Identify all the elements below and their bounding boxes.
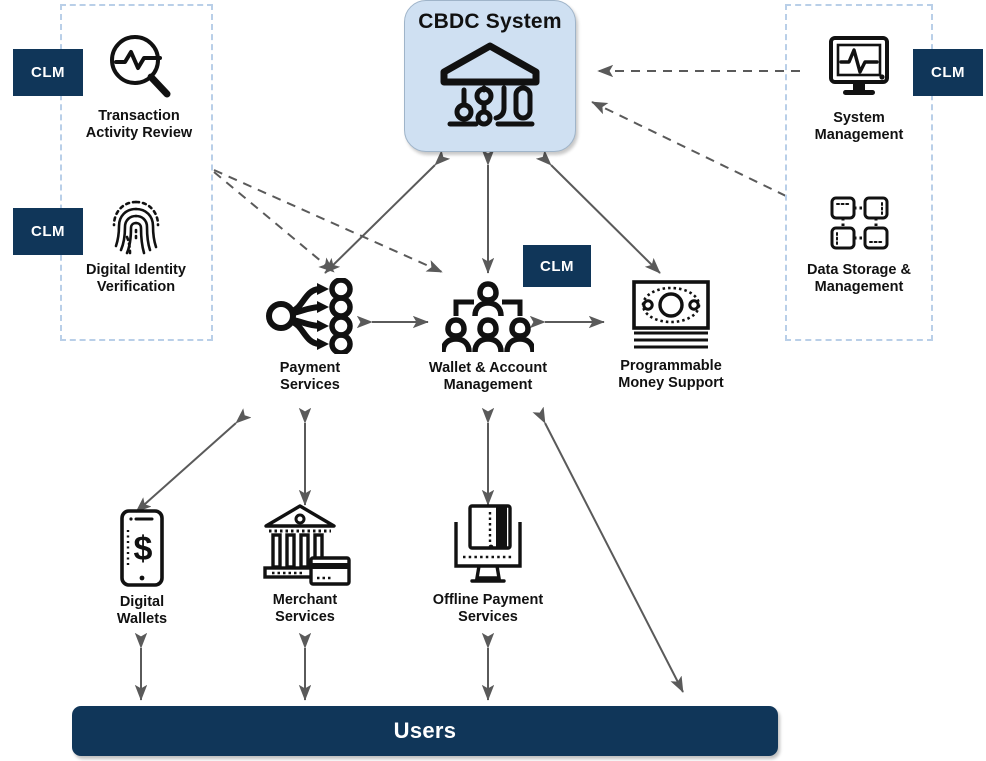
- node-system-management[interactable]: System Management: [795, 32, 923, 144]
- node-label: Data Storage & Management: [807, 262, 911, 296]
- node-wallet-account-management[interactable]: Wallet & Account Management: [410, 278, 566, 394]
- node-payment-services[interactable]: Payment Services: [246, 278, 374, 394]
- fingerprint-icon: [105, 192, 167, 256]
- node-label: System Management: [814, 110, 904, 144]
- node-label: Programmable Money Support: [618, 358, 724, 392]
- cbdc-architecture-diagram: CBDC System CLM Transaction Activity Rev…: [0, 0, 986, 761]
- node-transaction-activity-review[interactable]: Transaction Activity Review: [75, 32, 203, 142]
- monitor-pulse-icon: [821, 32, 897, 104]
- bank-card-icon: [259, 502, 351, 586]
- node-digital-identity-verification[interactable]: Digital Identity Verification: [72, 192, 200, 296]
- banknote-icon: [628, 278, 714, 352]
- distributed-nodes-icon: [824, 190, 894, 256]
- node-label: Digital Identity Verification: [86, 262, 186, 296]
- conn-compliance-to-payment-services: [213, 171, 335, 273]
- conn-data-storage-to-cbdc: [591, 101, 787, 197]
- users-bar[interactable]: Users: [72, 706, 778, 756]
- cbdc-system-node[interactable]: CBDC System: [404, 0, 576, 152]
- clm-badge-label: CLM: [31, 64, 65, 81]
- node-label: Digital Wallets: [116, 594, 168, 628]
- node-label: Offline Payment Services: [432, 592, 544, 626]
- node-data-storage-management[interactable]: Data Storage & Management: [795, 190, 923, 296]
- clm-badge-label: CLM: [931, 64, 965, 81]
- svg-text:$: $: [134, 530, 153, 568]
- desktop-card-icon: [446, 502, 530, 586]
- conn-wallet-users: [532, 406, 684, 693]
- bank-controls-icon: [436, 38, 544, 135]
- node-label: Merchant Services: [272, 592, 338, 626]
- conn-cbdc-payment-services: [324, 149, 451, 274]
- node-merchant-services[interactable]: Merchant Services: [243, 502, 367, 626]
- conn-compliance-to-wallet: [213, 169, 443, 273]
- magnifier-pulse-icon: [103, 32, 175, 102]
- clm-badge-label: CLM: [31, 223, 65, 240]
- node-label: Payment Services: [279, 360, 341, 394]
- conn-payment-digital-wallets: [135, 408, 252, 513]
- org-people-icon: [442, 278, 534, 354]
- node-offline-payment-services[interactable]: Offline Payment Services: [424, 502, 552, 626]
- cbdc-system-title: CBDC System: [418, 10, 562, 33]
- clm-badge-label: CLM: [540, 257, 574, 275]
- clm-badge-transaction-activity-review[interactable]: CLM: [13, 49, 83, 96]
- node-digital-wallets[interactable]: $ Digital Wallets: [80, 508, 204, 628]
- node-label: Wallet & Account Management: [428, 360, 548, 394]
- phone-dollar-icon: $: [114, 508, 170, 588]
- node-label: Transaction Activity Review: [85, 108, 193, 142]
- clm-badge-system-management[interactable]: CLM: [913, 49, 983, 96]
- node-programmable-money-support[interactable]: Programmable Money Support: [606, 278, 736, 392]
- users-label: Users: [393, 718, 457, 743]
- fanout-routing-icon: [265, 278, 355, 354]
